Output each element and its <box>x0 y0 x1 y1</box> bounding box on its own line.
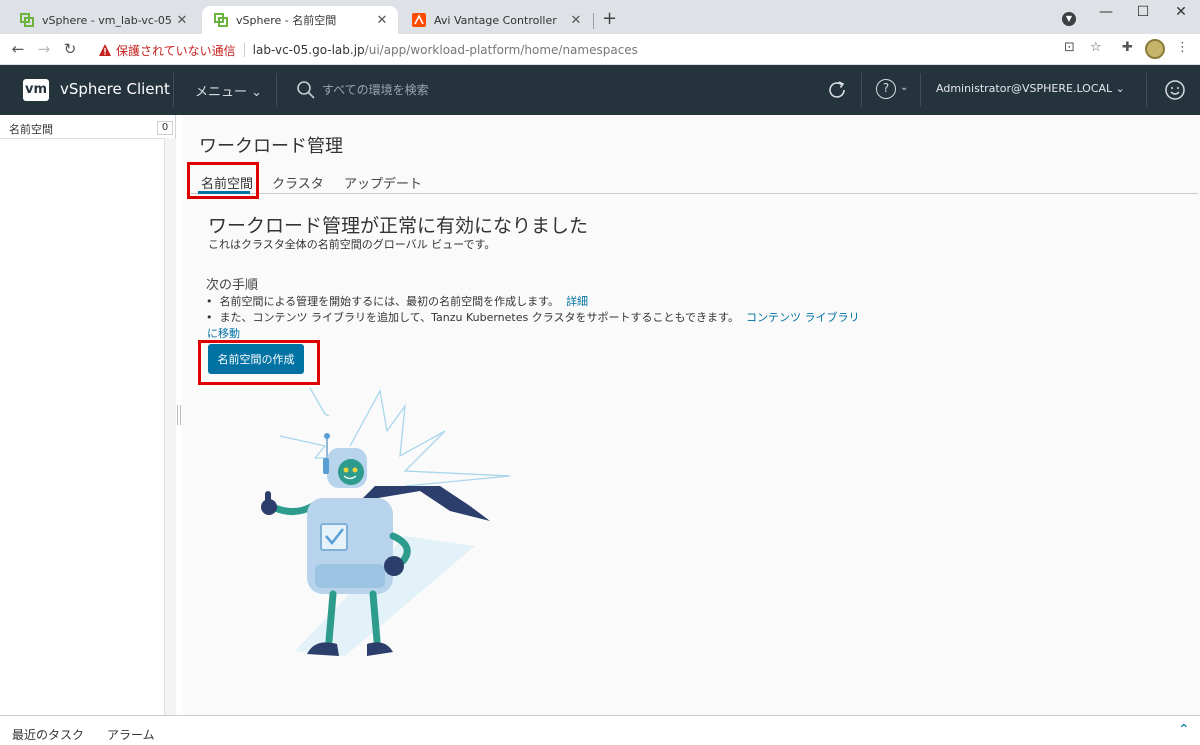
bookmark-star-icon[interactable]: ☆ <box>1090 40 1102 55</box>
tab-clusters[interactable]: クラスタ <box>272 173 324 192</box>
step-text: また、コンテンツ ライブラリを追加して、Tanzu Kubernetes クラス… <box>219 311 739 324</box>
browser-tab-title: Avi Vantage Controller <box>434 13 557 27</box>
header-divider <box>861 73 862 107</box>
url-path: /ui/app/workload-platform/home/namespace… <box>364 43 638 57</box>
header-divider <box>1146 73 1147 107</box>
namespace-list[interactable] <box>0 138 164 715</box>
vsphere-favicon-icon <box>214 13 228 27</box>
translate-icon[interactable]: ⊡ <box>1064 40 1075 55</box>
close-icon[interactable]: ✕ <box>174 13 190 28</box>
scrollbar[interactable] <box>164 138 176 715</box>
reload-icon[interactable]: ↻ <box>60 39 80 59</box>
tab-search-icon[interactable]: ▼ <box>1062 12 1076 26</box>
search-icon <box>297 81 315 99</box>
minimize-button[interactable]: — <box>1091 4 1121 20</box>
highlight-box <box>187 162 259 199</box>
details-link[interactable]: 詳細 <box>566 295 588 308</box>
avi-favicon-icon <box>412 13 426 27</box>
profile-avatar[interactable] <box>1145 39 1165 59</box>
page-title: ワークロード管理 <box>199 136 343 157</box>
chevron-down-icon: ⌄ <box>251 85 263 100</box>
chevron-down-icon[interactable]: ⌄ <box>900 82 908 93</box>
insecure-label[interactable]: 保護されていない通信 <box>116 42 236 59</box>
browser-tab-summary[interactable]: vSphere - vm_lab-vc-05 - サマリ ✕ <box>8 6 198 34</box>
highlight-box <box>198 340 320 385</box>
new-tab-button[interactable]: + <box>602 10 617 28</box>
user-name: Administrator@VSPHERE.LOCAL <box>936 82 1113 95</box>
extensions-icon[interactable]: ✚ <box>1122 40 1133 55</box>
header-divider <box>920 73 921 107</box>
next-steps-title: 次の手順 <box>206 278 259 293</box>
expand-chevron-icon[interactable]: ⌃ <box>1178 722 1190 738</box>
browser-toolbar: ← → ↻ 保護されていない通信 lab-vc-05.go-lab.jp/ui/… <box>0 34 1200 65</box>
url-host: lab-vc-05.go-lab.jp <box>252 43 365 57</box>
browser-tab-title: vSphere - vm_lab-vc-05 - サマリ <box>42 14 174 27</box>
back-icon[interactable]: ← <box>8 39 28 59</box>
feedback-smile-icon[interactable] <box>1164 79 1186 101</box>
tab-bar: 名前空間 クラスタ アップデート <box>191 165 1198 194</box>
close-icon[interactable]: ✕ <box>374 13 390 28</box>
success-title: ワークロード管理が正常に有効になりました <box>208 215 589 237</box>
close-icon[interactable]: ✕ <box>568 13 584 28</box>
content-library-link-continued[interactable]: に移動 <box>207 325 240 341</box>
menu-button[interactable]: メニュー ⌄ <box>195 81 262 100</box>
robot-illustration <box>261 387 511 656</box>
browser-tab-title: vSphere - 名前空間 <box>236 14 337 27</box>
panel-resize-handle[interactable] <box>177 405 181 425</box>
header-divider <box>173 73 174 107</box>
global-search-input[interactable] <box>322 79 742 101</box>
window-close-button[interactable]: ✕ <box>1166 4 1196 20</box>
help-icon[interactable]: ? <box>876 79 896 99</box>
step-item: • また、コンテンツ ライブラリを追加して、Tanzu Kubernetes ク… <box>206 311 860 324</box>
alarms-tab[interactable]: アラーム <box>107 726 155 743</box>
address-bar[interactable]: 保護されていない通信 lab-vc-05.go-lab.jp/ui/app/wo… <box>92 38 1112 62</box>
menu-label: メニュー <box>195 85 248 100</box>
warning-icon <box>99 44 111 56</box>
bottom-panel-bar: 最近のタスク アラーム ⌃ <box>0 715 1200 745</box>
browser-tab-avi[interactable]: Avi Vantage Controller ✕ <box>400 6 592 34</box>
step-text: 名前空間による管理を開始するには、最初の名前空間を作成します。 <box>219 295 560 308</box>
burst-lines <box>279 387 511 487</box>
vsphere-header: vm vSphere Client メニュー ⌄ ? ⌄ Administrat… <box>0 65 1200 115</box>
url-divider <box>243 43 245 57</box>
subtitle: これはクラスタ全体の名前空間のグローバル ビューです。 <box>208 238 496 251</box>
namespace-count-badge: 0 <box>157 121 173 135</box>
refresh-icon[interactable] <box>826 79 848 101</box>
vsphere-favicon-icon <box>20 13 34 27</box>
recent-tasks-tab[interactable]: 最近のタスク <box>12 726 84 743</box>
header-divider <box>276 73 277 107</box>
tab-separator <box>593 13 594 29</box>
vm-logo: vm <box>23 79 49 101</box>
url-text[interactable]: lab-vc-05.go-lab.jp/ui/app/workload-plat… <box>253 43 638 57</box>
browser-tab-namespaces[interactable]: vSphere - 名前空間 ✕ <box>202 6 398 34</box>
content-library-link[interactable]: コンテンツ ライブラリ <box>746 311 860 324</box>
tab-updates[interactable]: アップデート <box>344 173 422 192</box>
panel-title: 名前空間 <box>9 123 53 136</box>
namespace-tree-panel: 名前空間 0 <box>0 115 176 715</box>
browser-tab-strip: vSphere - vm_lab-vc-05 - サマリ ✕ vSphere -… <box>0 0 1200 34</box>
chevron-down-icon: ⌄ <box>1115 82 1125 95</box>
user-menu[interactable]: Administrator@VSPHERE.LOCAL ⌄ <box>936 82 1125 95</box>
browser-menu-icon[interactable]: ⋮ <box>1176 40 1189 55</box>
app-title[interactable]: vSphere Client <box>60 80 170 98</box>
step-item: • 名前空間による管理を開始するには、最初の名前空間を作成します。 詳細 <box>206 295 589 308</box>
maximize-button[interactable]: ☐ <box>1128 4 1158 20</box>
panel-header: 名前空間 0 <box>0 118 176 136</box>
forward-icon[interactable]: → <box>34 39 54 59</box>
